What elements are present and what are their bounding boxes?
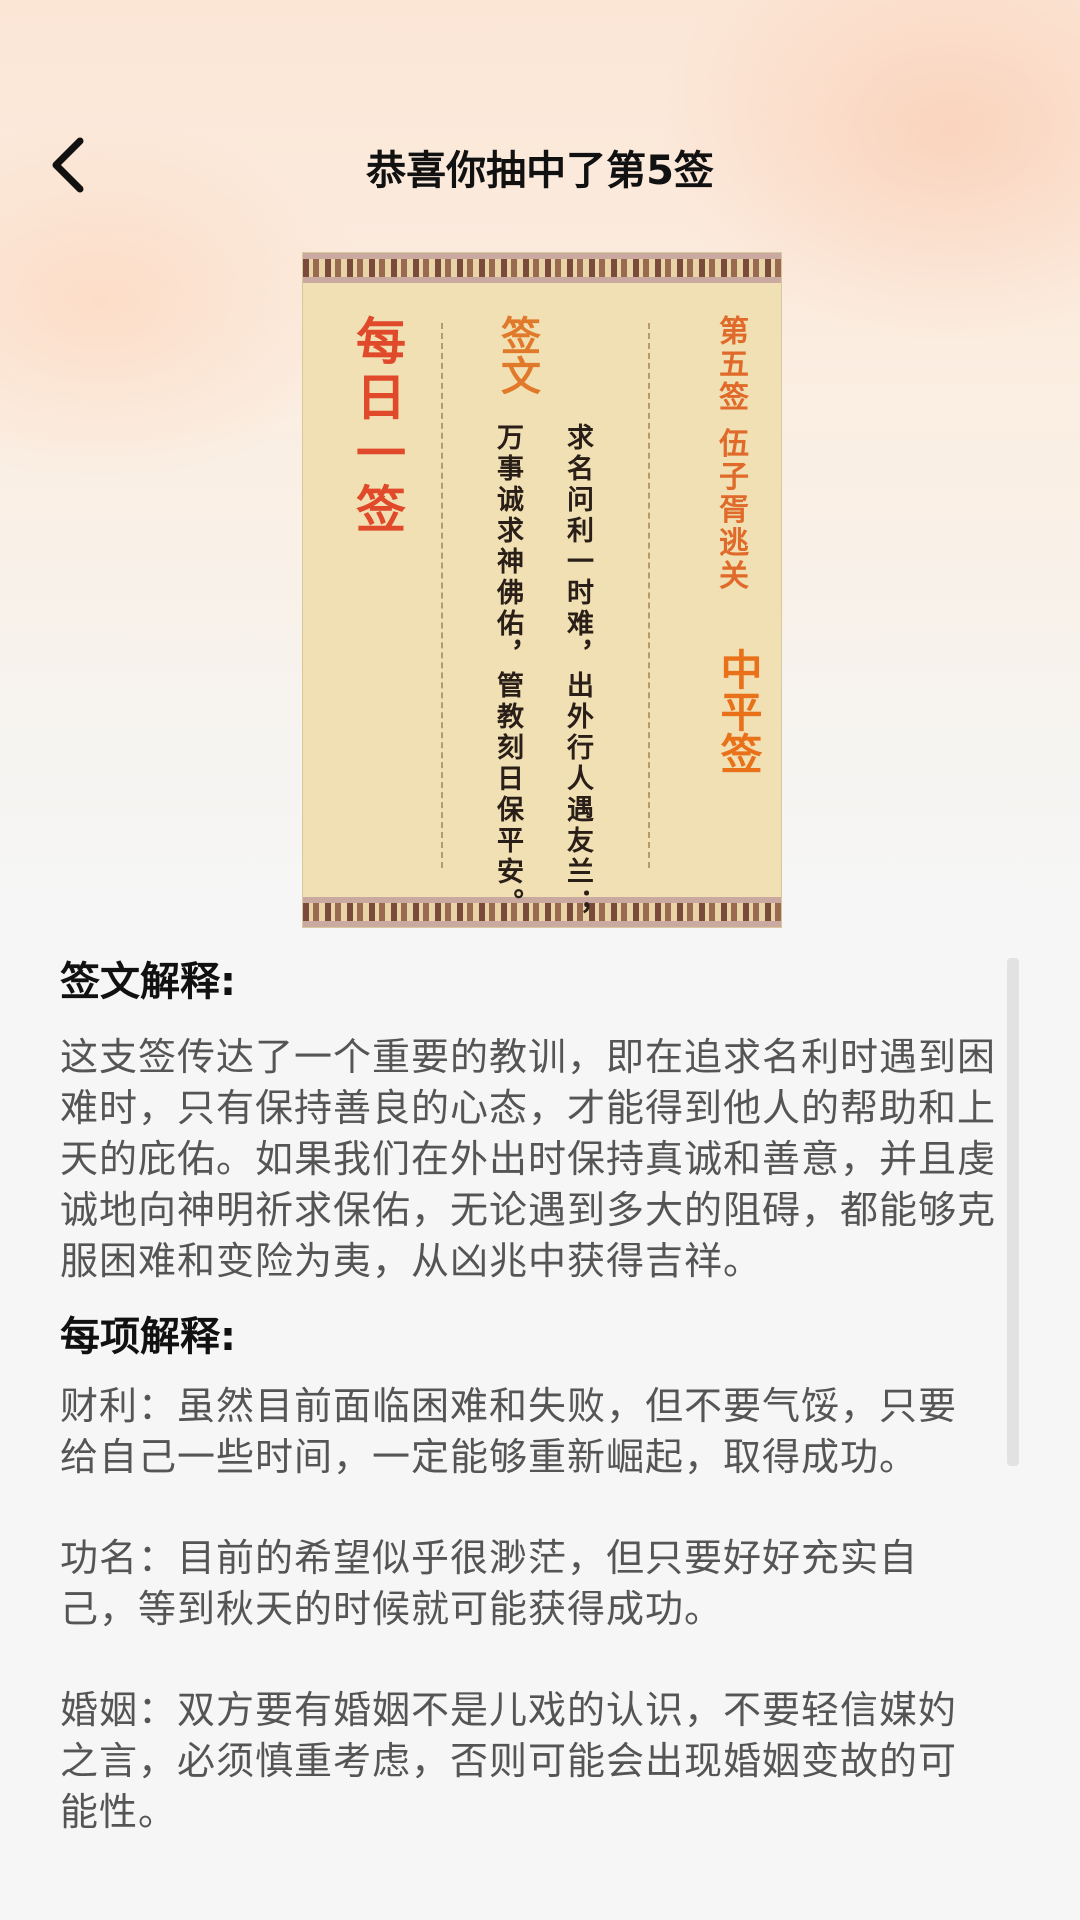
qianwen-label: 签文 <box>494 315 541 395</box>
details-heading: 每项解释: <box>60 1314 236 1360</box>
verse-line-2: 万事诚求神佛佑，管教刻日保平安。 <box>492 423 523 919</box>
explanation-heading: 签文解释: <box>60 959 236 1005</box>
sign-number: 第五签 伍子胥逃关 <box>713 315 748 593</box>
top-bar: 恭喜你抽中了第5签 <box>0 110 1080 220</box>
explanation-text: 这支签传达了一个重要的教训，即在追求名利时遇到困难时，只有保持善良的心态，才能得… <box>60 1035 997 1283</box>
divider <box>441 323 443 868</box>
detail-item-career: 功名：目前的希望似乎很渺茫，但只要好好充实自己，等到秋天的时候就可能获得成功。 <box>60 1536 919 1631</box>
daily-sign-label: 每日一签 <box>348 315 407 539</box>
sign-level: 中平签 <box>714 648 763 774</box>
detail-item-marriage: 婚姻：双方要有婚姻不是儿戏的认识，不要轻信媒妁之言，必须慎重考虑，否则可能会出现… <box>60 1688 958 1834</box>
explanation-content: 签文解释: 这支签传达了一个重要的教训，即在追求名利时遇到困难时，只有保持善良的… <box>60 952 1020 1838</box>
page-title: 恭喜你抽中了第5签 <box>366 148 714 194</box>
fortune-slip-image: 每日一签 签文 求名问利一时难，出外行人遇友兰； 万事诚求神佛佑，管教刻日保平安… <box>303 253 781 927</box>
card-border-top <box>303 253 781 283</box>
scrollbar[interactable] <box>1007 958 1019 1466</box>
card-border-bottom <box>303 897 781 927</box>
divider <box>648 323 650 868</box>
detail-item-wealth: 财利：虽然目前面临困难和失败，但不要气馁，只要给自己一些时间，一定能够重新崛起，… <box>60 1384 958 1479</box>
verse-line-1: 求名问利一时难，出外行人遇友兰； <box>562 423 593 919</box>
